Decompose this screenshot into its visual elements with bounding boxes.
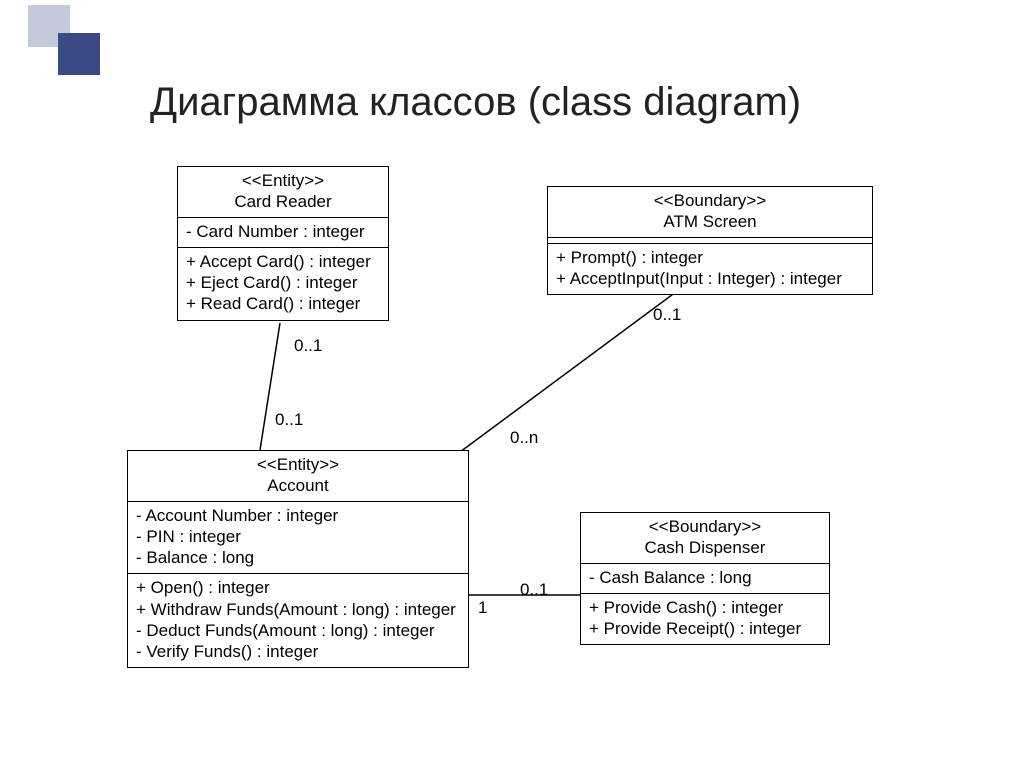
operation: + Provide Receipt() : integer xyxy=(589,618,821,639)
multiplicity: 0..n xyxy=(510,428,538,448)
operation: + Provide Cash() : integer xyxy=(589,597,821,618)
attributes: - Card Number : integer xyxy=(178,217,388,247)
attribute: - Cash Balance : long xyxy=(589,567,821,588)
multiplicity: 0..1 xyxy=(520,580,548,600)
multiplicity: 0..1 xyxy=(294,336,322,356)
class-name: Cash Dispenser xyxy=(589,537,821,558)
class-cash-dispenser: <<Boundary>> Cash Dispenser - Cash Balan… xyxy=(580,512,830,645)
class-name: Card Reader xyxy=(186,191,380,212)
operation: - Verify Funds() : integer xyxy=(136,641,460,662)
multiplicity: 0..1 xyxy=(275,410,303,430)
attribute: - PIN : integer xyxy=(136,526,460,547)
operation: + AcceptInput(Input : Integer) : integer xyxy=(556,268,864,289)
operation: + Open() : integer xyxy=(136,577,460,598)
operation: - Deduct Funds(Amount : long) : integer xyxy=(136,620,460,641)
class-card-reader: <<Entity>> Card Reader - Card Number : i… xyxy=(177,166,389,321)
class-atm-screen: <<Boundary>> ATM Screen + Prompt() : int… xyxy=(547,186,873,295)
class-name: Account xyxy=(136,475,460,496)
class-account: <<Entity>> Account - Account Number : in… xyxy=(127,450,469,668)
operation: + Accept Card() : integer xyxy=(186,251,380,272)
operation: + Withdraw Funds(Amount : long) : intege… xyxy=(136,599,460,620)
operation: + Read Card() : integer xyxy=(186,293,380,314)
attribute: - Balance : long xyxy=(136,547,460,568)
stereotype: <<Boundary>> xyxy=(589,516,821,537)
attributes: - Account Number : integer - PIN : integ… xyxy=(128,501,468,574)
class-name: ATM Screen xyxy=(556,211,864,232)
operations: + Provide Cash() : integer + Provide Rec… xyxy=(581,593,829,645)
operations: + Accept Card() : integer + Eject Card()… xyxy=(178,247,388,320)
stereotype: <<Boundary>> xyxy=(556,190,864,211)
operation: + Prompt() : integer xyxy=(556,247,864,268)
attribute: - Account Number : integer xyxy=(136,505,460,526)
stereotype: <<Entity>> xyxy=(136,454,460,475)
attribute: - Card Number : integer xyxy=(186,221,380,242)
attributes: - Cash Balance : long xyxy=(581,563,829,593)
operations: + Prompt() : integer + AcceptInput(Input… xyxy=(548,243,872,295)
class-diagram: <<Entity>> Card Reader - Card Number : i… xyxy=(0,0,1024,768)
multiplicity: 0..1 xyxy=(653,305,681,325)
operations: + Open() : integer + Withdraw Funds(Amou… xyxy=(128,573,468,667)
multiplicity: 1 xyxy=(478,598,487,618)
stereotype: <<Entity>> xyxy=(186,170,380,191)
operation: + Eject Card() : integer xyxy=(186,272,380,293)
